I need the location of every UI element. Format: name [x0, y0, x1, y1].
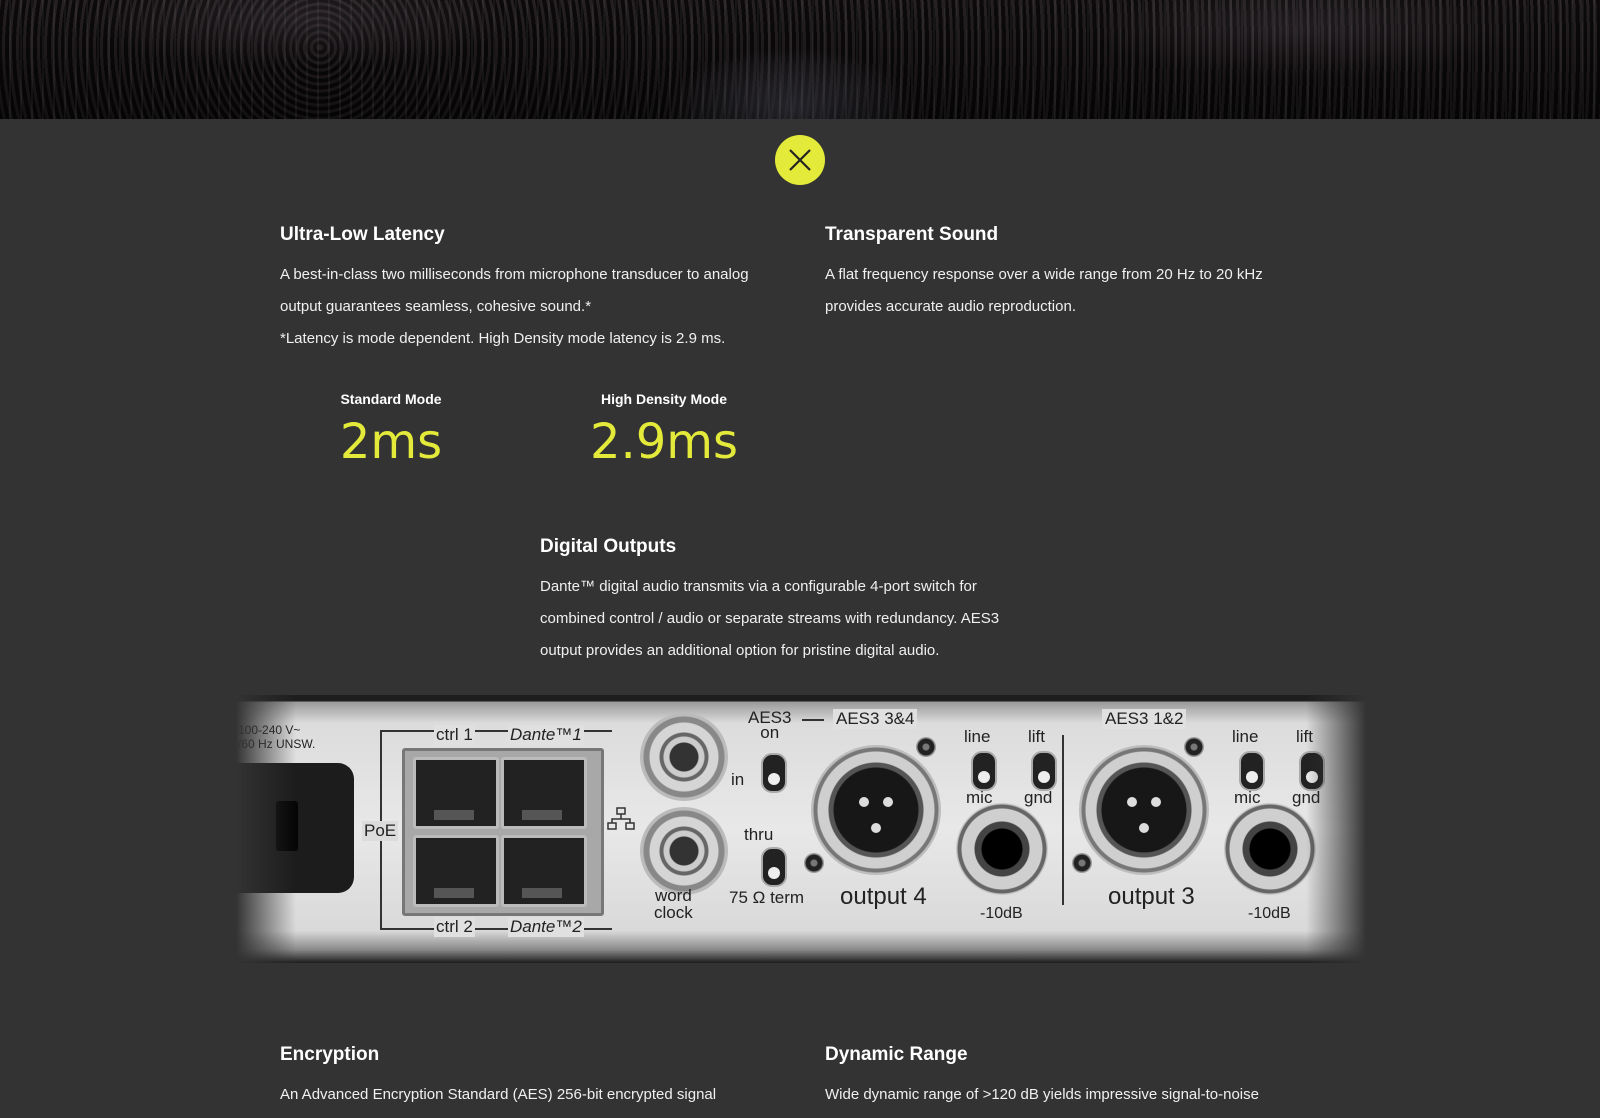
feature-title: Digital Outputs [540, 536, 677, 557]
stat-value: 2ms [339, 414, 443, 470]
termination-label: 75 Ω term [729, 888, 805, 907]
ctrl1-label: ctrl 1 [434, 725, 475, 745]
xlr-output-3 [1079, 745, 1209, 875]
feature-text: A flat frequency response over a wide ra… [825, 266, 1263, 283]
line-mic-switch [971, 751, 997, 791]
aes3-on-label: AES3 on [748, 708, 792, 742]
close-button[interactable] [775, 135, 825, 185]
ethernet-switch [402, 748, 604, 916]
feature-title: Encryption [280, 1044, 380, 1065]
stat-label: Standard Mode [340, 391, 442, 407]
ctrl2-label: ctrl 2 [434, 917, 475, 937]
panel-fade [1306, 695, 1366, 963]
screw [1184, 737, 1204, 757]
feature-text: Dante™ digital audio transmits via a con… [540, 578, 977, 595]
word-clock-label: word clock [654, 886, 693, 922]
feature-title: Ultra-Low Latency [280, 224, 445, 245]
feature-title: Dynamic Range [825, 1044, 968, 1065]
line-mic-switch [1239, 751, 1265, 791]
line-label: line [964, 727, 991, 746]
screw [804, 853, 824, 873]
screw [916, 737, 936, 757]
feature-text: An Advanced Encryption Standard (AES) 25… [280, 1086, 717, 1103]
aes-bracket [802, 719, 824, 771]
word-clock-thru-connector [640, 807, 728, 895]
trs-output-3 [1224, 803, 1316, 895]
ethernet-port [413, 757, 499, 829]
output4-label: output 4 [840, 883, 927, 910]
bnc-in-label: in [731, 770, 745, 789]
line-label: line [1232, 727, 1259, 746]
ethernet-port [413, 835, 499, 907]
feature-text: A best-in-class two milliseconds from mi… [280, 266, 749, 283]
feature-text: Wide dynamic range of >120 dB yields imp… [825, 1086, 1259, 1103]
stat-standard-mode: Standard Mode 2ms [291, 390, 491, 470]
ground-lift-switch [1031, 751, 1057, 791]
dante2-label: Dante™2 [508, 917, 584, 937]
feature-footnote: *Latency is mode dependent. High Density… [280, 330, 726, 347]
feature-title: Transparent Sound [825, 224, 999, 245]
output3-label: output 3 [1108, 883, 1195, 910]
ethernet-port [501, 757, 587, 829]
panel-fade [236, 695, 296, 963]
feature-text: output provides an additional option for… [540, 642, 940, 659]
dante1-label: Dante™1 [508, 725, 584, 745]
ethernet-port [501, 835, 587, 907]
trs-output-4 [956, 803, 1048, 895]
stat-label: High Density Mode [600, 391, 727, 407]
stat-high-density-mode: High Density Mode 2.9ms [564, 390, 764, 470]
feature-latency: Ultra-Low Latency A best-in-class two mi… [280, 223, 800, 355]
network-icon [607, 807, 635, 830]
feature-encryption: Encryption An Advanced Encryption Standa… [280, 1043, 800, 1111]
stat-value: 2.9ms [589, 414, 739, 470]
aes34-label: AES3 3&4 [833, 709, 918, 729]
aes12-label: AES3 1&2 [1102, 709, 1187, 729]
feature-text: provides accurate audio reproduction. [825, 298, 1076, 315]
termination-switch [761, 847, 787, 887]
panel-divider [1062, 735, 1064, 905]
screw [1072, 853, 1092, 873]
aes3-on-switch [761, 753, 787, 793]
rear-panel-image: 100-240 V~ /60 Hz UNSW. PoE ctrl 1 Dante… [236, 695, 1366, 963]
feature-text: combined control / audio or separate str… [540, 610, 1000, 627]
lift-label: lift [1028, 727, 1045, 746]
hero-banner-image [0, 0, 1600, 119]
word-clock-in-connector [640, 713, 728, 801]
feature-sound: Transparent Sound A flat frequency respo… [825, 223, 1345, 323]
close-icon [789, 149, 811, 171]
xlr-output-4 [811, 745, 941, 875]
bnc-thru-label: thru [744, 825, 774, 844]
feature-digital-outputs: Digital Outputs Dante™ digital audio tra… [540, 535, 1080, 667]
poe-label: PoE [362, 821, 399, 841]
minus10db-label: -10dB [980, 905, 1023, 922]
feature-text: output guarantees seamless, cohesive sou… [280, 298, 592, 315]
gnd-label: gnd [1024, 788, 1053, 807]
feature-dynamic-range: Dynamic Range Wide dynamic range of >120… [825, 1043, 1345, 1111]
minus10db-label: -10dB [1248, 905, 1291, 922]
